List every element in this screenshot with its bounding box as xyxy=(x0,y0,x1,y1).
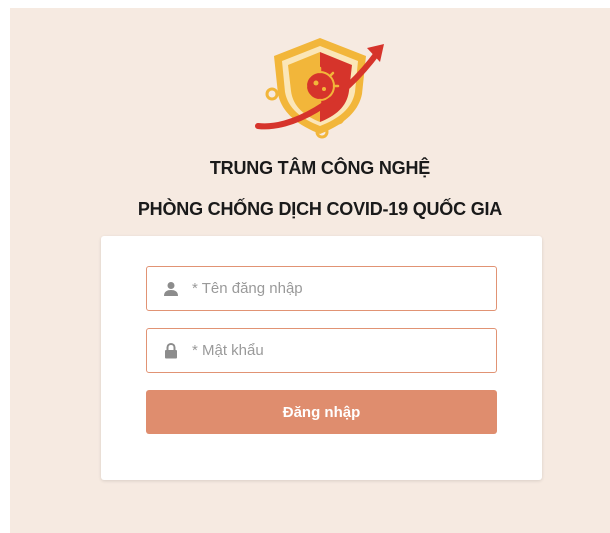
username-field[interactable] xyxy=(146,266,497,311)
covid-shield-logo-icon xyxy=(250,34,390,146)
login-button[interactable]: Đăng nhập xyxy=(146,390,497,434)
password-input[interactable] xyxy=(192,329,496,372)
lock-icon xyxy=(162,342,180,360)
password-field[interactable] xyxy=(146,328,497,373)
username-input[interactable] xyxy=(192,267,496,310)
page-title-line-2: PHÒNG CHỐNG DỊCH COVID-19 QUỐC GIA xyxy=(137,199,503,219)
user-icon xyxy=(162,280,180,298)
page-title-line-1: TRUNG TÂM CÔNG NGHỆ xyxy=(209,158,431,178)
login-card: Đăng nhập xyxy=(101,236,542,480)
